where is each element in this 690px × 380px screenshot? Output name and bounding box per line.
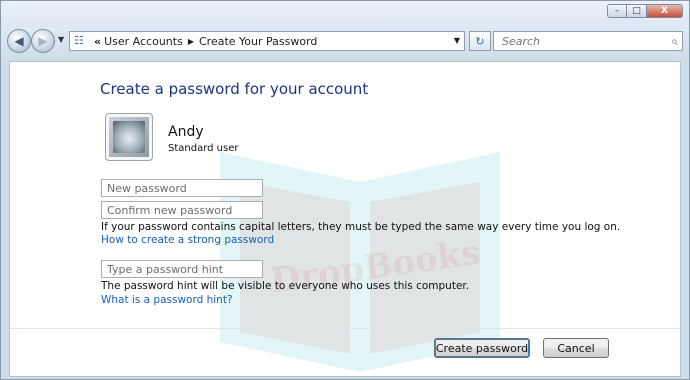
search-input[interactable]: [500, 33, 664, 49]
forward-button[interactable]: ▶: [31, 29, 55, 53]
user-accounts-icon: ☷: [74, 34, 84, 47]
search-icon[interactable]: ⌕: [671, 34, 678, 49]
address-bar[interactable]: ☷ « User Accounts ▶ Create Your Password…: [69, 31, 465, 51]
confirm-password-field[interactable]: [101, 201, 263, 219]
maximize-button[interactable]: □: [627, 4, 647, 18]
footer-divider: [10, 328, 680, 329]
breadcrumb-user-accounts[interactable]: User Accounts: [104, 35, 183, 48]
close-button[interactable]: X: [647, 4, 683, 18]
user-avatar: [105, 113, 153, 161]
page-title: Create a password for your account: [100, 80, 369, 98]
password-hint-help-link[interactable]: What is a password hint?: [101, 294, 233, 306]
password-hint-field[interactable]: [101, 260, 263, 278]
back-arrow-icon: ◀: [14, 34, 24, 48]
user-name: Andy: [168, 124, 204, 140]
hint-visibility-note: The password hint will be visible to eve…: [101, 280, 470, 292]
breadcrumb-create-your-password[interactable]: Create Your Password: [199, 35, 317, 48]
refresh-button[interactable]: ↻: [469, 31, 491, 51]
address-dropdown-icon[interactable]: ▼: [454, 36, 460, 45]
recent-pages-dropdown[interactable]: ▼: [58, 35, 64, 44]
control-panel-window: – □ X ◀ ▶ ▼ ☷ « User Accounts ▶ Create Y…: [0, 0, 690, 380]
new-password-field[interactable]: [101, 179, 263, 197]
caption-buttons: – □ X: [607, 4, 683, 18]
strong-password-link[interactable]: How to create a strong password: [101, 234, 274, 246]
chevron-left-icon[interactable]: «: [94, 35, 101, 48]
create-password-button[interactable]: Create password: [434, 338, 530, 358]
back-button[interactable]: ◀: [7, 29, 31, 53]
content-pane: DropBooks Create a password for your acc…: [9, 61, 681, 377]
cancel-button[interactable]: Cancel: [543, 338, 609, 358]
minimize-button[interactable]: –: [607, 4, 627, 18]
refresh-icon: ↻: [475, 34, 485, 48]
user-account-type: Standard user: [168, 143, 239, 154]
forward-arrow-icon: ▶: [38, 34, 48, 48]
search-box: ⌕: [493, 31, 683, 51]
breadcrumb-separator-icon[interactable]: ▶: [188, 37, 194, 46]
navigation-bar: ◀ ▶ ▼ ☷ « User Accounts ▶ Create Your Pa…: [7, 28, 683, 56]
capital-letters-note: If your password contains capital letter…: [101, 221, 621, 233]
user-picture-icon: [113, 121, 145, 153]
